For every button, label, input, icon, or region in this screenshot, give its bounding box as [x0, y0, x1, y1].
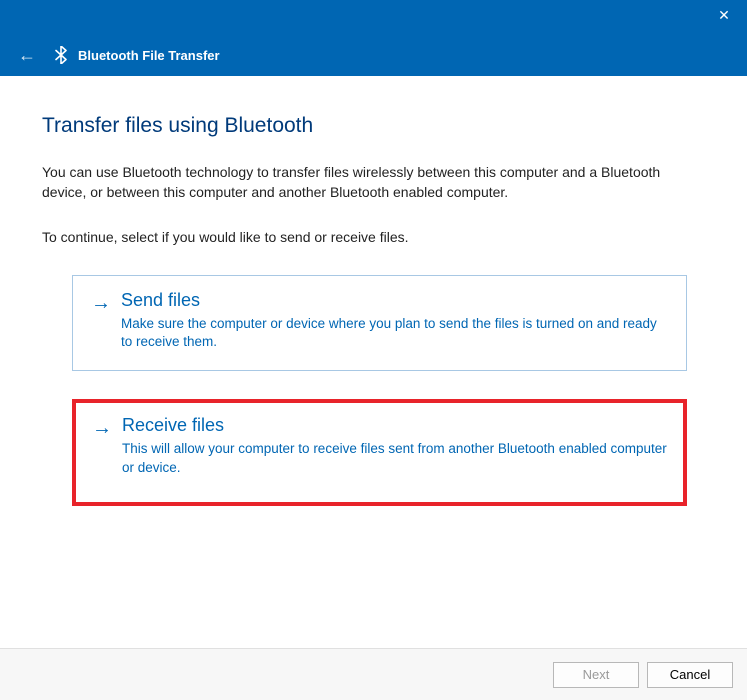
page-instruction: To continue, select if you would like to…	[42, 229, 705, 245]
page-description: You can use Bluetooth technology to tran…	[42, 162, 705, 203]
option-description: Make sure the computer or device where y…	[121, 315, 668, 353]
cancel-button[interactable]: Cancel	[647, 662, 733, 688]
option-title: Receive files	[122, 415, 667, 436]
option-description: This will allow your computer to receive…	[122, 440, 667, 478]
back-button[interactable]: ←	[18, 45, 36, 66]
bluetooth-icon	[52, 46, 70, 64]
wizard-header: ← Bluetooth File Transfer	[0, 34, 747, 76]
arrow-right-icon: →	[92, 417, 112, 440]
option-send-files[interactable]: → Send files Make sure the computer or d…	[72, 275, 687, 372]
option-list: → Send files Make sure the computer or d…	[42, 275, 705, 507]
option-title: Send files	[121, 290, 668, 311]
option-body: Send files Make sure the computer or dev…	[121, 290, 668, 353]
next-button[interactable]: Next	[553, 662, 639, 688]
window-titlebar: ✕	[0, 0, 747, 34]
close-button[interactable]: ✕	[701, 0, 747, 30]
page-title: Transfer files using Bluetooth	[42, 114, 705, 138]
arrow-right-icon: →	[91, 292, 111, 315]
option-receive-files[interactable]: → Receive files This will allow your com…	[72, 399, 687, 506]
wizard-content: Transfer files using Bluetooth You can u…	[0, 76, 747, 648]
wizard-title: Bluetooth File Transfer	[78, 48, 220, 63]
wizard-footer: Next Cancel	[0, 648, 747, 700]
option-body: Receive files This will allow your compu…	[122, 415, 667, 478]
close-icon: ✕	[718, 7, 730, 24]
